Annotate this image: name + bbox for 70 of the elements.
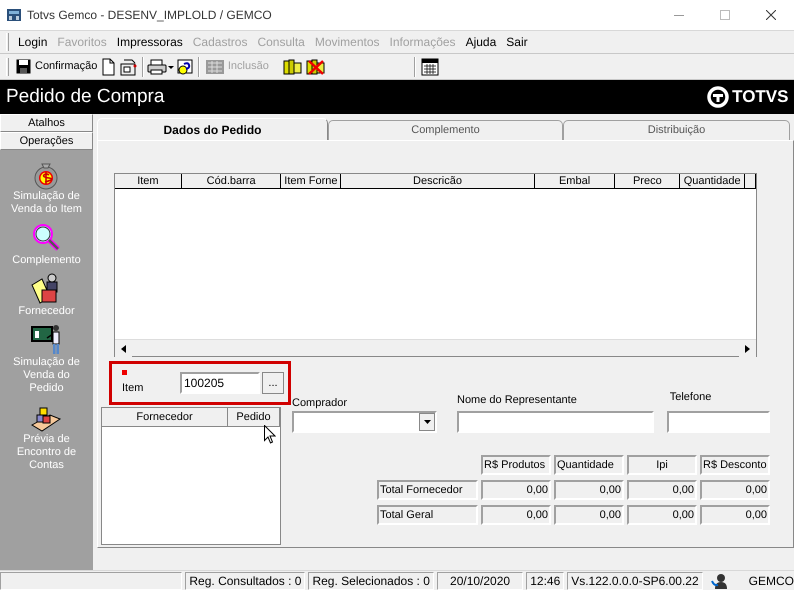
page-title: Pedido de Compra (5, 84, 164, 109)
total-value: 0,00 (627, 480, 697, 500)
item-label: Item (122, 380, 144, 396)
field-label: Nome do Representante (457, 392, 578, 408)
menu-item[interactable]: Sair (501, 33, 533, 51)
right-arrow-icon[interactable] (745, 344, 750, 352)
confirm-button[interactable]: Confirmação (13, 56, 100, 78)
column-header[interactable]: Fornecedor (102, 408, 228, 426)
total-row-label: Total Geral (377, 505, 478, 525)
representative-input[interactable] (457, 411, 654, 433)
total-value: 0,00 (481, 505, 551, 525)
teacher-board-icon[interactable] (30, 324, 62, 356)
total-value: 0,00 (700, 480, 770, 500)
total-column-header: R$ Produtos (481, 455, 551, 475)
printer-icon[interactable] (147, 58, 168, 76)
dropdown-arrow-icon[interactable] (424, 420, 430, 424)
logo-icon (707, 86, 730, 108)
user-icon (711, 572, 728, 588)
total-column-header: Quantidade (554, 455, 624, 475)
sidebar-section-button[interactable]: Atalhos (0, 114, 93, 132)
menu-item[interactable]: Ajuda (460, 33, 502, 51)
status-text: GEMCO (748, 572, 794, 590)
total-column-header: Ipi (627, 455, 697, 475)
help-icon[interactable] (175, 58, 196, 76)
column-header[interactable]: Embal (534, 174, 616, 188)
lookup-button[interactable]: ... (262, 372, 284, 394)
tab[interactable]: Distribuição (563, 120, 790, 140)
total-value: 0,00 (481, 480, 551, 500)
total-value: 0,00 (627, 505, 697, 525)
menu-item[interactable]: Impressoras (112, 33, 188, 51)
column-header[interactable]: Preco (615, 174, 680, 188)
close-icon (766, 10, 776, 20)
new-document-icon[interactable] (100, 58, 116, 76)
tab[interactable]: Complemento (328, 120, 563, 140)
field-label: Comprador (292, 396, 348, 410)
books-icon[interactable] (282, 58, 303, 76)
item-input[interactable]: 100205 (180, 372, 260, 394)
total-value: 0,00 (554, 480, 624, 500)
menu-item[interactable]: Login (13, 33, 52, 51)
required-marker (122, 370, 127, 375)
column-header[interactable]: Cód.barra (182, 174, 282, 188)
left-arrow-icon[interactable] (121, 344, 126, 352)
maximize-icon (720, 10, 730, 20)
phone-input[interactable] (667, 411, 770, 433)
app-icon (6, 7, 22, 23)
status-text: Reg. Selecionados : 0 (308, 572, 434, 590)
calendar-icon[interactable] (421, 58, 440, 76)
column-header[interactable]: Item (115, 174, 182, 188)
window-title: Totvs Gemco - DESENV_IMPLOLD / GEMCO (27, 7, 272, 24)
column-header[interactable]: Quantidade (680, 174, 746, 188)
horizontal-scrollbar[interactable] (115, 339, 756, 356)
total-value: 0,00 (554, 505, 624, 525)
grid-icon (206, 60, 224, 74)
total-row-label: Total Fornecedor (377, 480, 478, 500)
tab[interactable]: Dados do Pedido (97, 118, 328, 140)
logo-text: TOTVS (732, 86, 788, 108)
sidebar-section-button[interactable]: Operações (0, 132, 93, 150)
total-column-header: R$ Desconto (700, 455, 770, 475)
total-value: 0,00 (700, 505, 770, 525)
column-header[interactable]: Item Forne (281, 174, 342, 188)
status-text: 20/10/2020 (436, 572, 524, 590)
mouse-pointer-icon (264, 425, 276, 444)
books-delete-icon[interactable] (306, 58, 326, 76)
status-text: Reg. Consultados : 0 (185, 572, 306, 590)
column-header[interactable]: Descricão (341, 174, 535, 188)
column-header[interactable]: Pedido (228, 408, 280, 426)
field-label: Telefone (668, 390, 712, 405)
status-text: 12:46 (526, 572, 564, 590)
save-icon (16, 59, 31, 74)
status-text: Vs.122.0.0.0-SP6.00.22 (567, 572, 703, 590)
